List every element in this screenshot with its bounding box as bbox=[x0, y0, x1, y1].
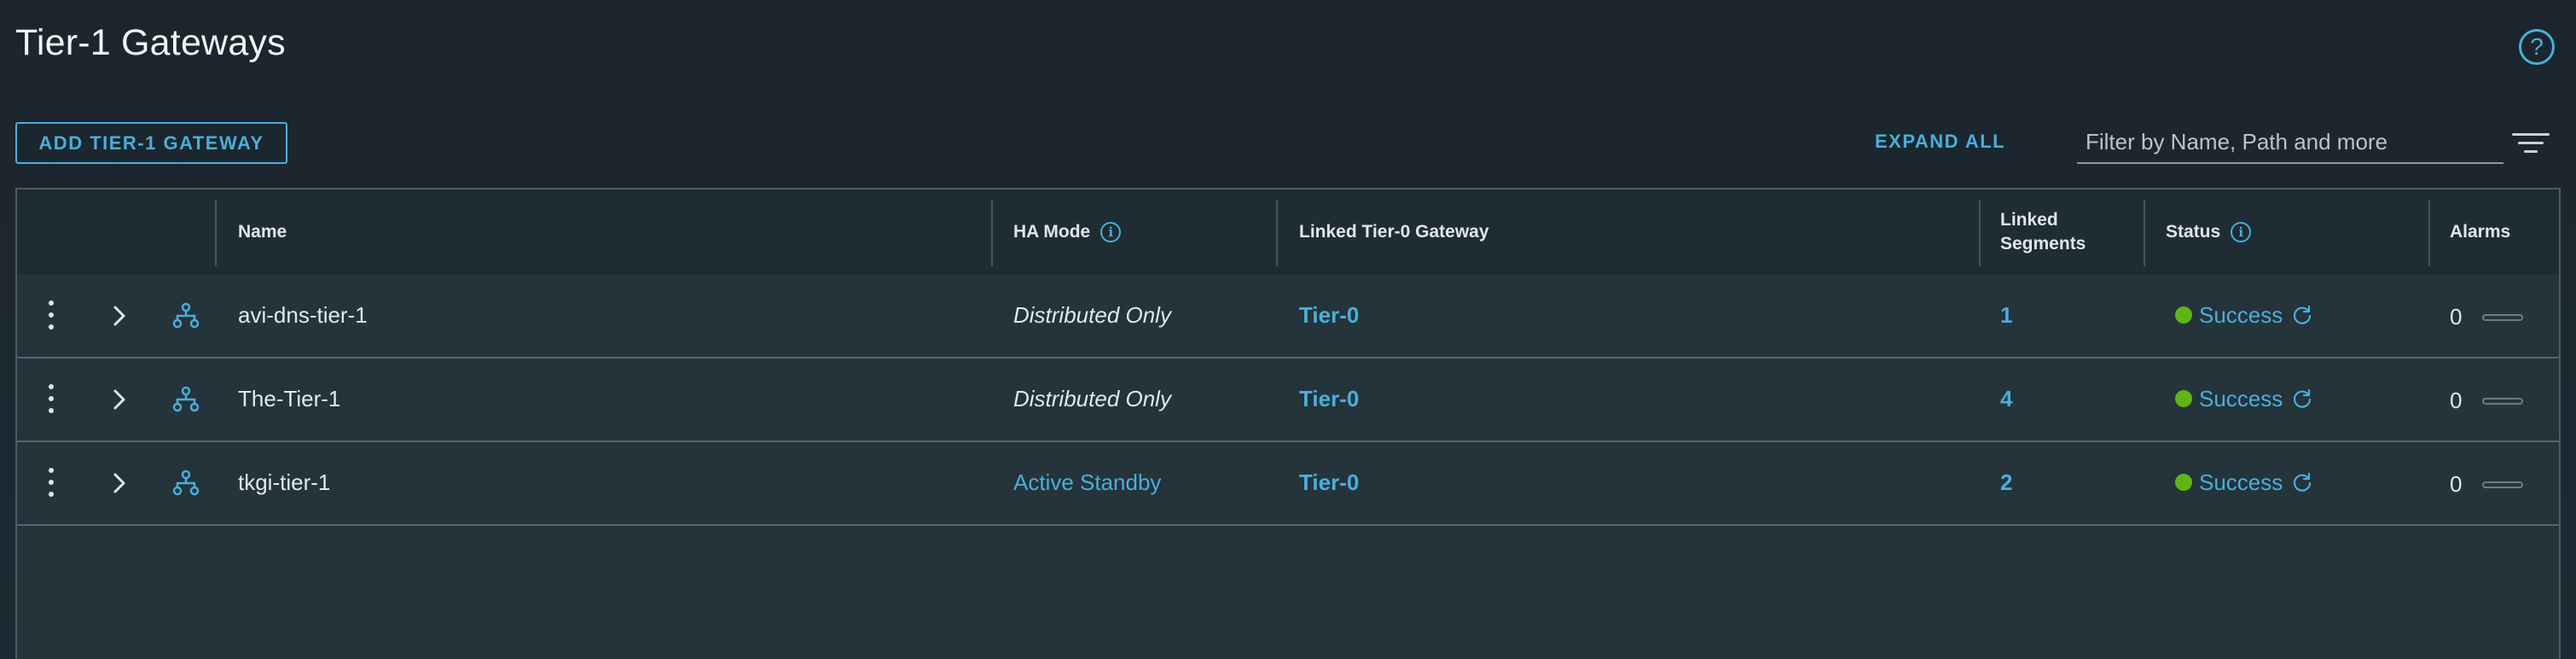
filter-input[interactable] bbox=[2077, 122, 2503, 164]
table-row[interactable]: tkgi-tier-1 Active Standby Tier-0 2 Succ… bbox=[17, 442, 2559, 526]
tier1-gateways-page: Tier-1 Gateways ? ADD TIER-1 GATEWAY EXP… bbox=[0, 0, 2576, 659]
kebab-menu-icon[interactable] bbox=[48, 300, 55, 331]
table-header-row: Name HA Mode i Linked Tier-0 Gateway Link… bbox=[17, 190, 2559, 277]
info-icon[interactable]: i bbox=[1100, 222, 1122, 243]
linked-segments-link[interactable]: 1 bbox=[2000, 300, 2012, 330]
alarm-bar bbox=[2482, 314, 2523, 321]
alarm-count: 0 bbox=[2450, 471, 2463, 497]
header-linked-tier0[interactable]: Linked Tier-0 Gateway bbox=[1299, 220, 1489, 244]
status-text[interactable]: Success bbox=[2199, 386, 2283, 411]
kebab-menu-icon[interactable] bbox=[48, 384, 55, 415]
column-separator[interactable] bbox=[991, 200, 993, 266]
ha-mode: Distributed Only bbox=[1013, 302, 1171, 328]
header-alarms[interactable]: Alarms bbox=[2450, 220, 2510, 244]
table-row[interactable]: The-Tier-1 Distributed Only Tier-0 4 Suc… bbox=[17, 359, 2559, 442]
gateway-icon bbox=[172, 469, 200, 496]
header-ha-mode-label: HA Mode bbox=[1013, 222, 1091, 242]
status-cell: Success bbox=[2175, 300, 2313, 330]
column-separator[interactable] bbox=[2144, 200, 2145, 266]
status-cell: Success bbox=[2175, 384, 2313, 413]
filter-lines-icon[interactable] bbox=[2512, 133, 2550, 157]
column-separator[interactable] bbox=[1276, 200, 1278, 266]
add-tier1-gateway-button[interactable]: ADD TIER-1 GATEWAY bbox=[15, 122, 287, 164]
chevron-right-icon[interactable] bbox=[106, 469, 133, 497]
alarm-count: 0 bbox=[2450, 388, 2463, 413]
status-cell: Success bbox=[2175, 468, 2313, 497]
column-separator[interactable] bbox=[1979, 200, 1981, 266]
page-title: Tier-1 Gateways bbox=[15, 22, 286, 63]
kebab-menu-icon[interactable] bbox=[48, 468, 55, 499]
column-separator[interactable] bbox=[2428, 200, 2430, 266]
gateway-icon bbox=[172, 302, 200, 329]
linked-tier0-link[interactable]: Tier-0 bbox=[1299, 384, 1359, 413]
gateway-name: avi-dns-tier-1 bbox=[238, 302, 368, 328]
linked-tier0-link[interactable]: Tier-0 bbox=[1299, 468, 1359, 497]
gateway-name: The-Tier-1 bbox=[238, 386, 341, 411]
ha-mode: Distributed Only bbox=[1013, 386, 1171, 411]
success-status-icon bbox=[2175, 474, 2192, 492]
linked-segments-link[interactable]: 4 bbox=[2000, 384, 2012, 413]
refresh-icon[interactable] bbox=[2291, 471, 2313, 493]
header-ha-mode[interactable]: HA Mode i bbox=[1013, 220, 1122, 244]
refresh-icon[interactable] bbox=[2291, 304, 2313, 326]
header-status-label: Status bbox=[2166, 222, 2221, 242]
header-linked-segments[interactable]: Linked Segments bbox=[2000, 208, 2086, 256]
gateway-icon bbox=[172, 386, 200, 412]
column-separator[interactable] bbox=[215, 200, 217, 266]
alarm-bar bbox=[2482, 481, 2523, 488]
status-text[interactable]: Success bbox=[2199, 469, 2283, 495]
info-icon[interactable]: i bbox=[2231, 222, 2252, 243]
alarm-bar bbox=[2482, 398, 2523, 405]
ha-mode-link[interactable]: Active Standby bbox=[1013, 468, 1161, 497]
expand-all-button[interactable]: EXPAND ALL bbox=[1875, 131, 2005, 153]
linked-tier0-link[interactable]: Tier-0 bbox=[1299, 300, 1359, 330]
gateway-name: tkgi-tier-1 bbox=[238, 469, 331, 495]
linked-segments-link[interactable]: 2 bbox=[2000, 468, 2012, 497]
header-name[interactable]: Name bbox=[238, 220, 287, 244]
success-status-icon bbox=[2175, 306, 2192, 324]
help-icon[interactable]: ? bbox=[2519, 29, 2555, 65]
gateways-table: Name HA Mode i Linked Tier-0 Gateway Link… bbox=[15, 188, 2561, 659]
chevron-right-icon[interactable] bbox=[106, 386, 133, 413]
table-row[interactable]: avi-dns-tier-1 Distributed Only Tier-0 1… bbox=[17, 275, 2559, 359]
header-linked-segments-line2: Segments bbox=[2000, 234, 2086, 254]
header-linked-segments-line1: Linked bbox=[2000, 210, 2058, 230]
alarm-count: 0 bbox=[2450, 304, 2463, 330]
refresh-icon[interactable] bbox=[2291, 388, 2313, 410]
status-text[interactable]: Success bbox=[2199, 302, 2283, 328]
success-status-icon bbox=[2175, 390, 2192, 408]
header-status[interactable]: Status i bbox=[2166, 220, 2252, 244]
chevron-right-icon[interactable] bbox=[106, 302, 133, 330]
